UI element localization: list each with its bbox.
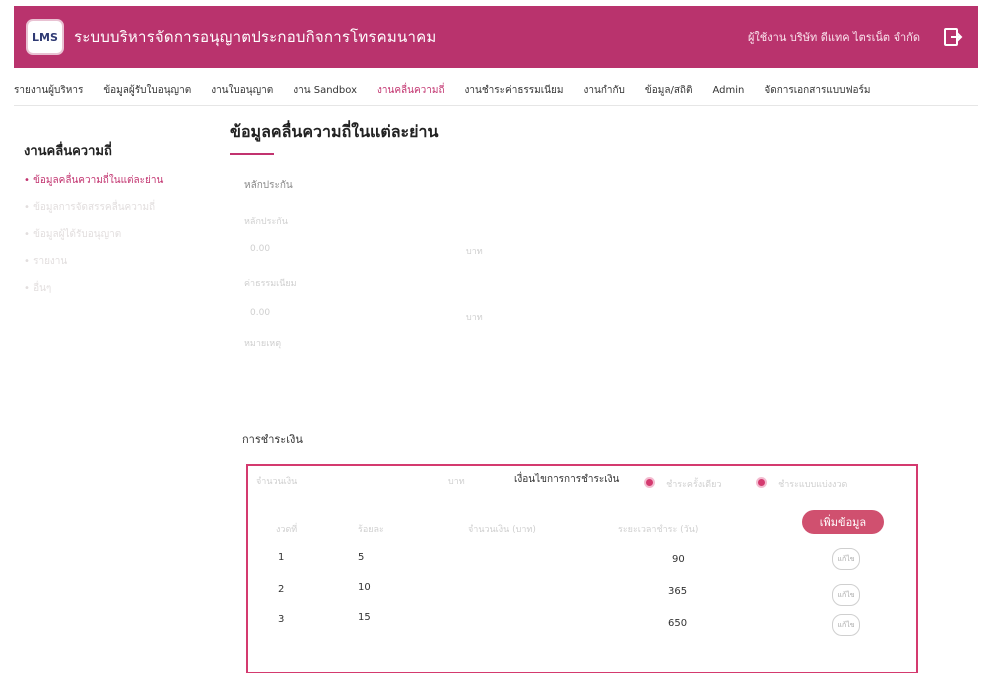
sidebar: งานคลื่นความถี่ • ข้อมูลคลื่นความถี่ในแต… (24, 140, 214, 308)
table-row-3-edit-button[interactable]: แก้ไข (832, 614, 860, 636)
page-title: ข้อมูลคลื่นความถี่ในแต่ละย่าน (230, 122, 439, 141)
nav-item-sandbox[interactable]: งาน Sandbox (293, 83, 357, 98)
guarantee-value[interactable]: 0.00 (250, 244, 270, 254)
main-content: ข้อมูลคลื่นความถี่ในแต่ละย่าน หลักประกัน… (230, 120, 930, 673)
nav-item-license[interactable]: งานใบอนุญาต (211, 83, 273, 98)
sidebar-heading: งานคลื่นความถี่ (24, 144, 112, 159)
table-row-1-no: 1 (278, 552, 285, 563)
logout-icon[interactable] (940, 24, 966, 50)
guarantee-heading: หลักประกัน (244, 180, 293, 191)
add-row-button[interactable]: เพิ่มข้อมูล (802, 510, 884, 534)
table-row-2-edit-button[interactable]: แก้ไข (832, 584, 860, 606)
sidebar-item-other[interactable]: • อื่นๆ (24, 281, 214, 296)
col-header-percent: ร้อยละ (358, 525, 384, 535)
fee-value[interactable]: 0.00 (250, 308, 270, 318)
fee-label: ค่าธรรมเนียม (244, 279, 297, 289)
table-row-2-no: 2 (278, 584, 285, 595)
app-header: LMS ระบบบริหารจัดการอนุญาตประกอบกิจการโท… (14, 6, 978, 68)
col-header-no: งวดที่ (276, 525, 298, 535)
radio-single-label: ชำระครั้งเดียว (666, 480, 722, 490)
sidebar-item-allocation[interactable]: • ข้อมูลการจัดสรรคลื่นความถี่ (24, 200, 214, 215)
table-row-1-percent: 5 (358, 552, 365, 563)
nav-item-frequency[interactable]: งานคลื่นความถี่ (377, 83, 445, 98)
col-header-days: ระยะเวลาชำระ (วัน) (618, 525, 699, 535)
app-logo[interactable]: LMS (26, 19, 64, 55)
nav-item-statistics[interactable]: ข้อมูล/สถิติ (645, 83, 693, 98)
radio-icon (644, 477, 655, 488)
fee-unit: บาท (466, 313, 483, 323)
table-row-3-percent: 15 (358, 612, 371, 623)
radio-icon (756, 477, 767, 488)
sidebar-item-licensed[interactable]: • ข้อมูลผู้ได้รับอนุญาต (24, 227, 214, 242)
nav-item-admin[interactable]: Admin (712, 85, 744, 96)
title-underline (230, 153, 274, 155)
guarantee-label: หลักประกัน (244, 217, 288, 227)
payment-total-label: จำนวนเงิน (256, 477, 298, 487)
payment-condition-label: เงื่อนไขการการชำระเงิน (514, 474, 620, 485)
current-user: ผู้ใช้งาน บริษัท ดีแทค ไตรเน็ต จำกัด (747, 31, 920, 44)
payment-total-unit: บาท (448, 477, 465, 487)
main-nav: รายงานผู้บริหาร ข้อมูลผู้รับใบอนุญาต งาน… (14, 76, 978, 106)
sidebar-item-frequency-bands[interactable]: • ข้อมูลคลื่นความถี่ในแต่ละย่าน (24, 173, 214, 188)
app-title: ระบบบริหารจัดการอนุญาตประกอบกิจการโทรคมน… (74, 28, 437, 46)
table-row-1-days: 90 (672, 554, 685, 565)
nav-item-licensee-info[interactable]: ข้อมูลผู้รับใบอนุญาต (103, 83, 191, 98)
guarantee-unit: บาท (466, 247, 483, 257)
col-header-amount: จำนวนเงิน (บาท) (468, 525, 536, 535)
remark-label: หมายเหตุ (244, 339, 282, 349)
payment-heading: การชำระเงิน (242, 433, 303, 446)
sidebar-item-report[interactable]: • รายงาน (24, 254, 214, 269)
table-row-1-edit-button[interactable]: แก้ไข (832, 548, 860, 570)
radio-single-payment[interactable]: ชำระครั้งเดียว (644, 472, 721, 491)
table-row-2-percent: 10 (358, 582, 371, 593)
table-row-2-days: 365 (668, 586, 688, 597)
payment-table: จำนวนเงิน บาท เงื่อนไขการการชำระเงิน ชำร… (246, 464, 918, 673)
table-row-3-no: 3 (278, 614, 285, 625)
nav-item-regulation[interactable]: งานกำกับ (583, 83, 624, 98)
nav-item-forms[interactable]: จัดการเอกสารแบบฟอร์ม (764, 83, 870, 98)
radio-installment-payment[interactable]: ชำระแบบแบ่งงวด (756, 472, 847, 491)
nav-item-executive-report[interactable]: รายงานผู้บริหาร (14, 83, 83, 98)
radio-installment-label: ชำระแบบแบ่งงวด (778, 480, 848, 490)
nav-item-fee-payment[interactable]: งานชำระค่าธรรมเนียม (465, 83, 564, 98)
table-row-3-days: 650 (668, 618, 688, 629)
